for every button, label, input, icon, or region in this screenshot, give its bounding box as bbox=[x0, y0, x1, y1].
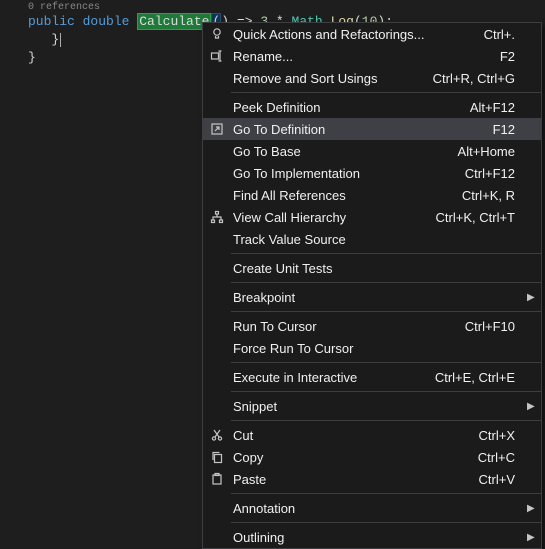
copy-icon bbox=[203, 450, 231, 464]
menu-item-peek-definition[interactable]: Peek DefinitionAlt+F12 bbox=[203, 96, 541, 118]
menu-item-shortcut: Ctrl+F12 bbox=[465, 166, 527, 181]
menu-separator bbox=[231, 282, 541, 283]
menu-item-paste[interactable]: PasteCtrl+V bbox=[203, 468, 541, 490]
menu-item-label: Breakpoint bbox=[231, 290, 515, 305]
menu-item-label: Rename... bbox=[231, 49, 500, 64]
menu-separator bbox=[231, 420, 541, 421]
menu-item-label: Create Unit Tests bbox=[231, 261, 515, 276]
menu-item-label: Go To Base bbox=[231, 144, 458, 159]
menu-item-view-call-hierarchy[interactable]: View Call HierarchyCtrl+K, Ctrl+T bbox=[203, 206, 541, 228]
menu-item-label: Go To Definition bbox=[231, 122, 493, 137]
menu-item-label: Cut bbox=[231, 428, 479, 443]
menu-separator bbox=[231, 522, 541, 523]
menu-item-label: Annotation bbox=[231, 501, 515, 516]
menu-item-label: Peek Definition bbox=[231, 100, 470, 115]
menu-item-label: Force Run To Cursor bbox=[231, 341, 515, 356]
menu-item-snippet[interactable]: Snippet ▶ bbox=[203, 395, 541, 417]
menu-item-breakpoint[interactable]: Breakpoint ▶ bbox=[203, 286, 541, 308]
menu-item-go-to-definition[interactable]: Go To DefinitionF12 bbox=[203, 118, 541, 140]
menu-item-shortcut: Ctrl+R, Ctrl+G bbox=[433, 71, 527, 86]
menu-item-label: Remove and Sort Usings bbox=[231, 71, 433, 86]
menu-item-label: Quick Actions and Refactorings... bbox=[231, 27, 484, 42]
menu-item-go-to-base[interactable]: Go To BaseAlt+Home bbox=[203, 140, 541, 162]
menu-item-shortcut: Ctrl+E, Ctrl+E bbox=[435, 370, 527, 385]
menu-item-outlining[interactable]: Outlining▶ bbox=[203, 526, 541, 548]
menu-item-label: Track Value Source bbox=[231, 232, 515, 247]
menu-item-label: Find All References bbox=[231, 188, 462, 203]
menu-item-label: Snippet bbox=[231, 399, 515, 414]
menu-item-cut[interactable]: CutCtrl+X bbox=[203, 424, 541, 446]
menu-item-shortcut: Ctrl+X bbox=[479, 428, 527, 443]
menu-separator bbox=[231, 92, 541, 93]
menu-item-label: Execute in Interactive bbox=[231, 370, 435, 385]
menu-separator bbox=[231, 311, 541, 312]
menu-item-shortcut: Ctrl+V bbox=[479, 472, 527, 487]
menu-item-label: Paste bbox=[231, 472, 479, 487]
submenu-arrow-icon: ▶ bbox=[527, 292, 541, 303]
menu-item-remove-and-sort-usings[interactable]: Remove and Sort UsingsCtrl+R, Ctrl+G bbox=[203, 67, 541, 89]
menu-item-shortcut: Ctrl+. bbox=[484, 27, 527, 42]
menu-item-shortcut: Ctrl+K, Ctrl+T bbox=[436, 210, 527, 225]
submenu-arrow-icon: ▶ bbox=[527, 401, 541, 412]
menu-item-find-all-references[interactable]: Find All ReferencesCtrl+K, R bbox=[203, 184, 541, 206]
menu-item-label: Run To Cursor bbox=[231, 319, 465, 334]
method-name-highlight: Calculate bbox=[137, 13, 211, 30]
menu-item-shortcut: Ctrl+C bbox=[478, 450, 527, 465]
menu-separator bbox=[231, 362, 541, 363]
menu-item-go-to-implementation[interactable]: Go To ImplementationCtrl+F12 bbox=[203, 162, 541, 184]
menu-item-shortcut: Ctrl+F10 bbox=[465, 319, 527, 334]
bulb-icon bbox=[203, 27, 231, 41]
menu-item-create-unit-tests[interactable]: Create Unit Tests bbox=[203, 257, 541, 279]
menu-item-label: Outlining bbox=[231, 530, 515, 545]
menu-item-track-value-source[interactable]: Track Value Source bbox=[203, 228, 541, 250]
menu-item-annotation[interactable]: Annotation ▶ bbox=[203, 497, 541, 519]
menu-item-rename[interactable]: Rename...F2 bbox=[203, 45, 541, 67]
menu-item-label: View Call Hierarchy bbox=[231, 210, 436, 225]
menu-item-execute-in-interactive[interactable]: Execute in InteractiveCtrl+E, Ctrl+E bbox=[203, 366, 541, 388]
menu-item-label: Go To Implementation bbox=[231, 166, 465, 181]
goto-icon bbox=[203, 122, 231, 136]
menu-item-label: Copy bbox=[231, 450, 478, 465]
menu-item-force-run-to-cursor[interactable]: Force Run To Cursor bbox=[203, 337, 541, 359]
rename-icon bbox=[203, 49, 231, 63]
menu-item-copy[interactable]: CopyCtrl+C bbox=[203, 446, 541, 468]
menu-item-shortcut: Alt+F12 bbox=[470, 100, 527, 115]
menu-item-quick-actions-and-refactorings[interactable]: Quick Actions and Refactorings...Ctrl+. bbox=[203, 23, 541, 45]
menu-item-shortcut: Alt+Home bbox=[458, 144, 527, 159]
menu-item-shortcut: Ctrl+K, R bbox=[462, 188, 527, 203]
menu-separator bbox=[231, 493, 541, 494]
submenu-arrow-icon: ▶ bbox=[527, 503, 541, 514]
menu-item-run-to-cursor[interactable]: Run To CursorCtrl+F10 bbox=[203, 315, 541, 337]
menu-item-shortcut: F12 bbox=[493, 122, 527, 137]
context-menu: Quick Actions and Refactorings...Ctrl+.R… bbox=[202, 22, 542, 549]
text-caret bbox=[60, 33, 61, 47]
paste-icon bbox=[203, 472, 231, 486]
menu-separator bbox=[231, 391, 541, 392]
menu-separator bbox=[231, 253, 541, 254]
codelens-references[interactable]: 0 references bbox=[0, 0, 545, 13]
cut-icon bbox=[203, 428, 231, 442]
hierarchy-icon bbox=[203, 210, 231, 224]
menu-item-shortcut: F2 bbox=[500, 49, 527, 64]
